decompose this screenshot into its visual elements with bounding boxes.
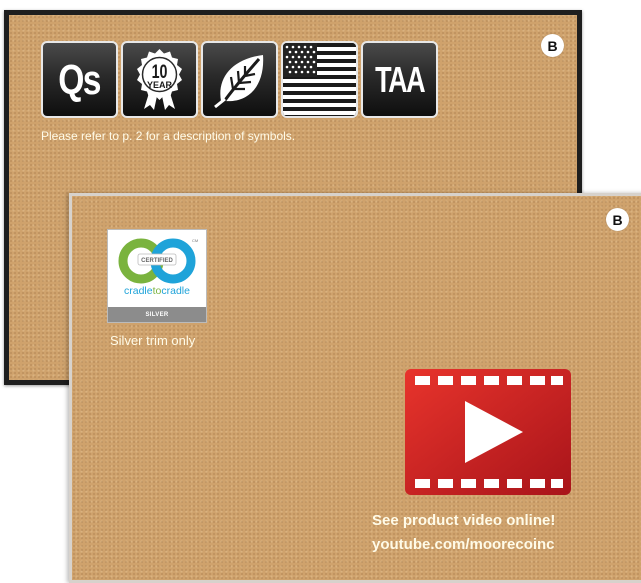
certification-caption: Silver trim only [110,333,196,348]
symbol-row: Qs 10 YEAR TAA [41,41,438,118]
video-url[interactable]: youtube.com/moorecoinc [372,536,555,553]
model-badge-b: B [606,208,629,231]
qs-symbol-label: Qs [58,55,102,103]
certification-level: SILVER [108,307,206,322]
cradle-to-cradle-logo-icon: CERTIFIED CM cradletocradle [118,238,198,297]
leaf-icon [201,41,278,118]
us-flag-icon [281,41,358,118]
video-play-icon[interactable] [405,369,571,500]
qs-symbol-icon: Qs [41,41,118,118]
cm-mark: CM [192,238,198,243]
warranty-label: YEAR [147,80,173,90]
certified-label: CERTIFIED [141,258,173,264]
taa-symbol-label: TAA [374,58,426,100]
warranty-seal-graphic: 10 YEAR [137,49,182,110]
cradle-to-cradle-certified-badge: CERTIFIED CM cradletocradle SILVER [107,229,207,323]
video-callout-line-1: See product video online! [372,512,556,529]
front-bulletin-board: B CERTIFIED CM cradletocradle SILVER Sil… [69,193,641,583]
cradle-to-cradle-wordmark: cradletocradle [124,285,190,297]
ten-year-warranty-icon: 10 YEAR [121,41,198,118]
symbols-note: Please refer to p. 2 for a description o… [41,129,296,143]
model-badge-b: B [541,34,564,57]
taa-symbol-icon: TAA [361,41,438,118]
